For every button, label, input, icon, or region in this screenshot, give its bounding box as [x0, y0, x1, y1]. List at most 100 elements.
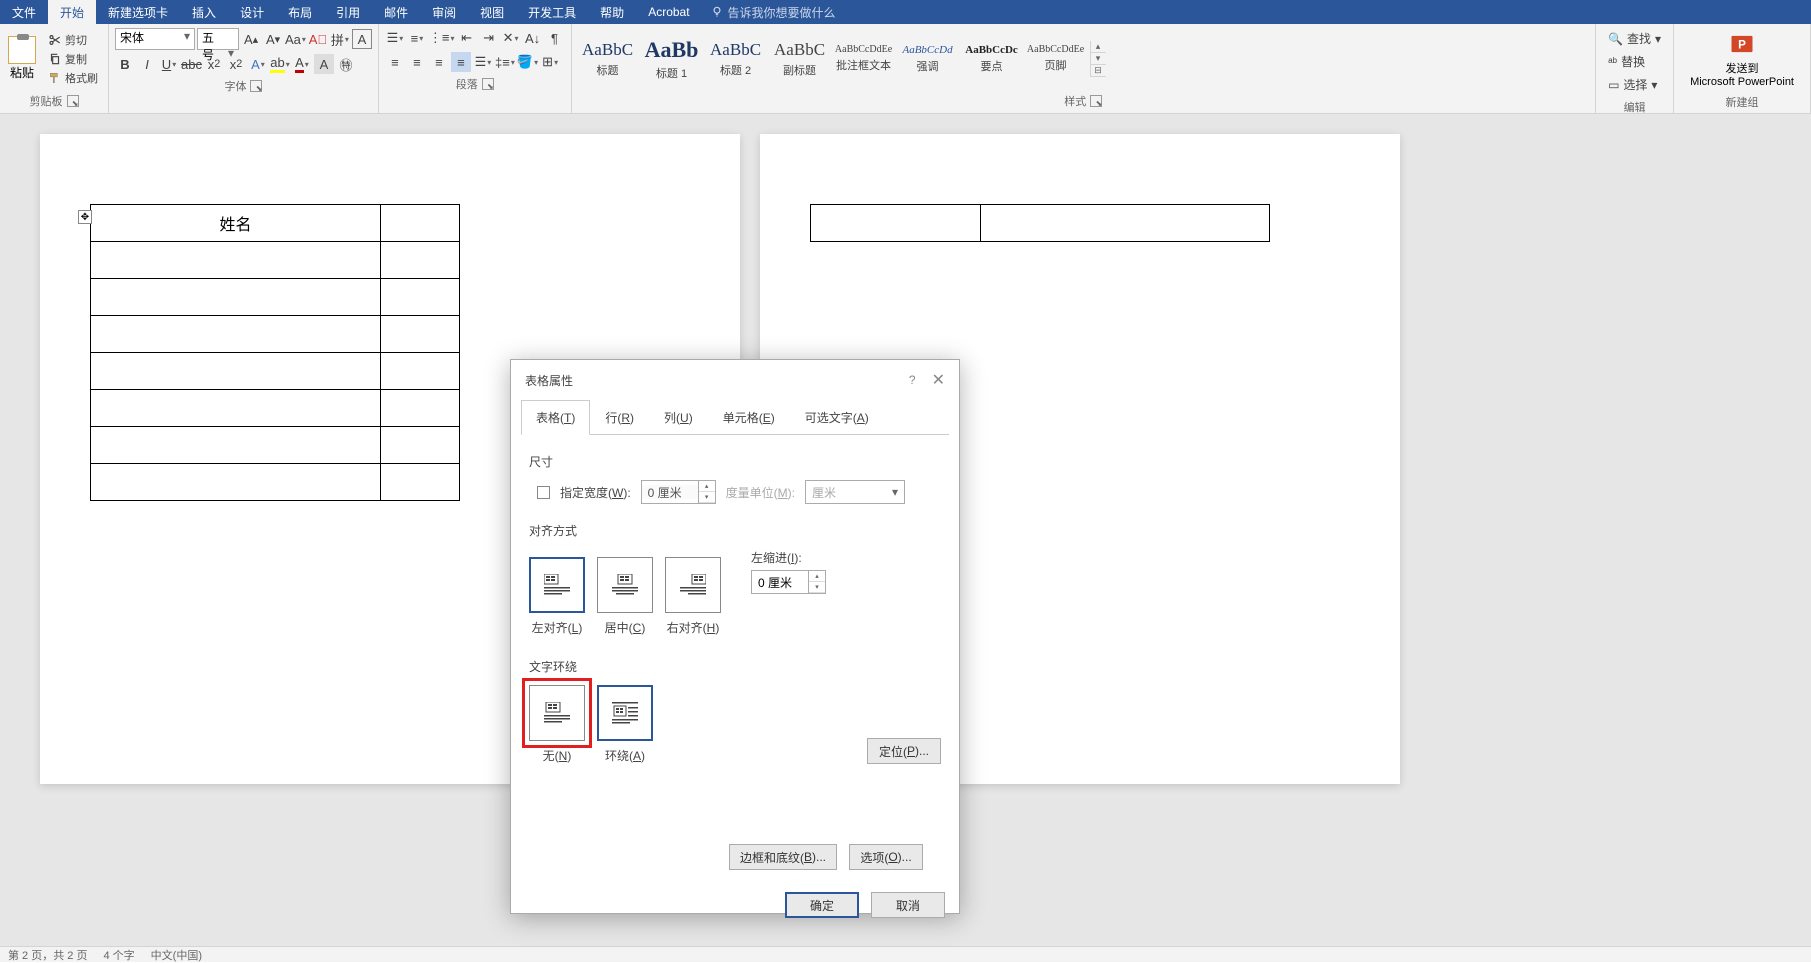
document-table-page2[interactable] [810, 204, 1270, 242]
multilevel-button[interactable]: ⋮≡ [429, 28, 455, 48]
font-name-select[interactable]: 宋体 [115, 28, 195, 50]
align-left-button[interactable]: ≡ [385, 52, 405, 72]
table-cell[interactable] [381, 390, 460, 427]
tab-column[interactable]: 列(U) [649, 400, 708, 435]
table-cell[interactable] [91, 353, 381, 390]
find-button[interactable]: 🔍 查找 ▾ [1606, 28, 1663, 49]
tab-alt-text[interactable]: 可选文字(A) [790, 400, 884, 435]
show-marks-button[interactable]: ¶ [545, 28, 565, 48]
document-table[interactable]: 姓名 [90, 204, 460, 501]
width-checkbox[interactable] [537, 486, 550, 499]
shrink-font-button[interactable]: A▾ [263, 29, 283, 49]
table-cell[interactable] [381, 353, 460, 390]
menu-home[interactable]: 开始 [48, 0, 96, 24]
ok-button[interactable]: 确定 [785, 892, 859, 918]
style-item[interactable]: AaBbCcDc要点 [960, 27, 1024, 91]
align-center-button[interactable]: ≡ [407, 52, 427, 72]
format-painter-button[interactable]: 格式刷 [46, 69, 100, 87]
indent-spinner[interactable]: ▴▾ [751, 570, 826, 594]
menu-file[interactable]: 文件 [0, 0, 48, 24]
menu-mailings[interactable]: 邮件 [372, 0, 420, 24]
table-cell[interactable] [381, 279, 460, 316]
styles-more[interactable]: ▴▾⊟ [1090, 41, 1106, 77]
styles-launcher[interactable] [1090, 95, 1102, 107]
decrease-indent-button[interactable]: ⇤ [457, 28, 477, 48]
change-case-button[interactable]: Aa [285, 29, 306, 49]
phonetic-guide-button[interactable]: 拼 [330, 29, 350, 49]
menu-help[interactable]: 帮助 [588, 0, 636, 24]
style-item[interactable]: AaBbCcDdEe批注框文本 [832, 27, 896, 91]
table-cell[interactable] [381, 242, 460, 279]
table-cell[interactable] [91, 242, 381, 279]
clear-format-button[interactable]: A⃠ [308, 29, 328, 49]
wrap-none-option[interactable] [529, 685, 585, 741]
replace-button[interactable]: ᵃᵇ 替换 [1606, 51, 1663, 72]
table-cell[interactable] [91, 279, 381, 316]
tab-cell[interactable]: 单元格(E) [708, 400, 790, 435]
numbering-button[interactable]: ≡ [407, 28, 427, 48]
dialog-close-button[interactable]: ✕ [932, 370, 945, 390]
shading-button[interactable]: 🪣 [517, 52, 538, 72]
bold-button[interactable]: B [115, 54, 135, 74]
table-cell[interactable] [381, 316, 460, 353]
menu-layout[interactable]: 布局 [276, 0, 324, 24]
table-cell[interactable] [381, 464, 460, 501]
cancel-button[interactable]: 取消 [871, 892, 945, 918]
table-cell[interactable] [91, 390, 381, 427]
align-right-button[interactable]: ≡ [429, 52, 449, 72]
highlight-button[interactable]: ab [270, 54, 290, 74]
style-item[interactable]: AaBbCcDd强调 [896, 27, 960, 91]
menu-insert[interactable]: 插入 [180, 0, 228, 24]
style-item[interactable]: AaBbC标题 [576, 27, 640, 91]
line-spacing-button[interactable]: ‡≡ [495, 52, 515, 72]
borders-shading-button[interactable]: 边框和底纹(B)... [729, 844, 837, 870]
table-cell[interactable] [91, 464, 381, 501]
font-size-select[interactable]: 五号 [197, 28, 239, 50]
menu-developer[interactable]: 开发工具 [516, 0, 588, 24]
asian-layout-button[interactable]: ✕ [501, 28, 521, 48]
dialog-help-button[interactable]: ? [909, 373, 916, 387]
copy-button[interactable]: 复制 [46, 50, 100, 68]
status-words[interactable]: 4 个字 [103, 947, 134, 963]
width-spinner[interactable]: ▴▾ [641, 480, 716, 504]
table-header-cell[interactable]: 姓名 [91, 205, 381, 242]
distribute-button[interactable]: ☰ [473, 52, 493, 72]
style-item[interactable]: AaBbCcDdEe页脚 [1024, 27, 1088, 91]
font-color-button[interactable]: A [292, 54, 312, 74]
table-cell[interactable] [91, 427, 381, 464]
options-button[interactable]: 选项(O)... [849, 844, 923, 870]
bullets-button[interactable]: ☰ [385, 28, 405, 48]
underline-button[interactable]: U [159, 54, 179, 74]
cut-button[interactable]: 剪切 [46, 31, 100, 49]
align-left-option[interactable] [529, 557, 585, 613]
select-button[interactable]: ▭ 选择 ▾ [1606, 74, 1663, 95]
borders-button[interactable]: ⊞ [540, 52, 560, 72]
status-lang[interactable]: 中文(中国) [151, 947, 202, 963]
table-cell[interactable] [91, 316, 381, 353]
status-page[interactable]: 第 2 页，共 2 页 [8, 947, 87, 963]
table-cell[interactable] [981, 205, 1270, 242]
italic-button[interactable]: I [137, 54, 157, 74]
paste-button[interactable]: 粘贴 [4, 34, 40, 83]
char-shading-button[interactable]: A [314, 54, 334, 74]
menu-new-tab[interactable]: 新建选项卡 [96, 0, 180, 24]
indent-input[interactable] [752, 575, 808, 589]
font-launcher[interactable] [250, 80, 262, 92]
menu-review[interactable]: 审阅 [420, 0, 468, 24]
style-item[interactable]: AaBb标题 1 [640, 27, 704, 91]
align-center-option[interactable] [597, 557, 653, 613]
menu-view[interactable]: 视图 [468, 0, 516, 24]
send-to-ppt-button[interactable]: P 发送到 Microsoft PowerPoint [1678, 26, 1806, 92]
tab-table[interactable]: 表格(T) [521, 400, 590, 435]
enclose-char-button[interactable]: ㊕ [336, 54, 356, 74]
wrap-around-option[interactable] [597, 685, 653, 741]
position-button[interactable]: 定位(P)... [867, 738, 941, 764]
table-move-handle[interactable]: ✥ [78, 210, 92, 224]
table-cell[interactable] [381, 205, 460, 242]
paragraph-launcher[interactable] [482, 78, 494, 90]
increase-indent-button[interactable]: ⇥ [479, 28, 499, 48]
menu-references[interactable]: 引用 [324, 0, 372, 24]
style-item[interactable]: AaBbC标题 2 [704, 27, 768, 91]
sort-button[interactable]: A↓ [523, 28, 543, 48]
strikethrough-button[interactable]: abc [181, 54, 202, 74]
